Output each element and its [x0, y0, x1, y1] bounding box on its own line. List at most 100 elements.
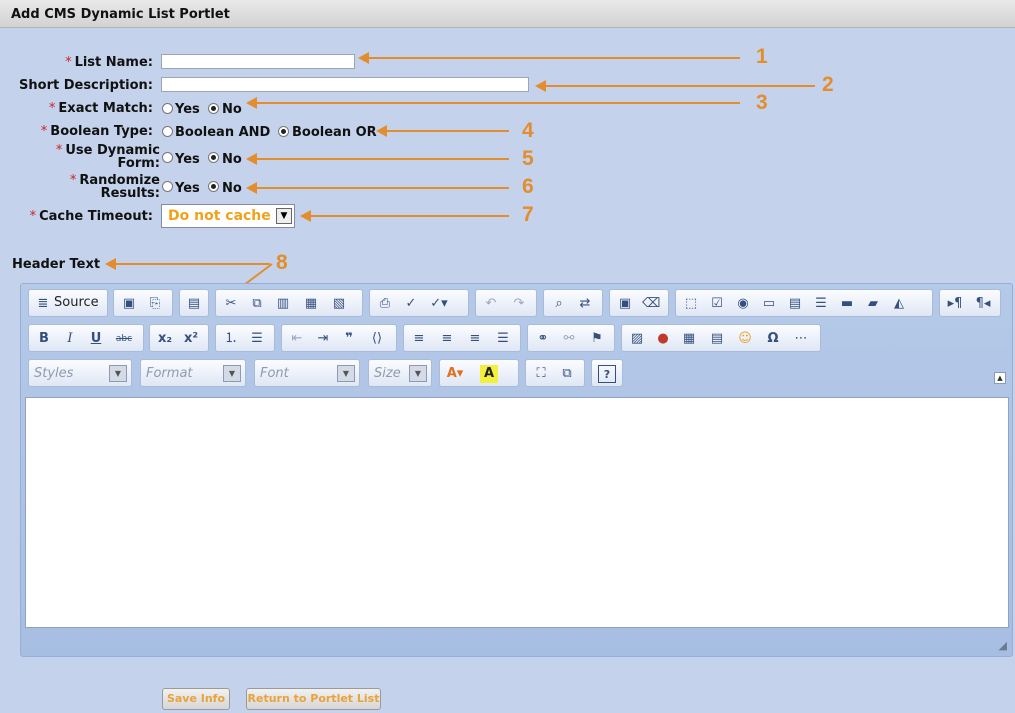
- find-icon[interactable]: ⌕: [550, 295, 568, 313]
- special-char-icon[interactable]: Ω: [764, 330, 782, 348]
- text-color-icon[interactable]: A▾: [446, 365, 464, 383]
- redo-icon[interactable]: ↷: [510, 295, 528, 313]
- chevron-down-icon[interactable]: ▼: [409, 365, 427, 382]
- short-description-input[interactable]: [161, 77, 529, 92]
- copy-icon[interactable]: ⧉: [248, 295, 266, 313]
- undo-icon[interactable]: ↶: [482, 295, 500, 313]
- align-justify-icon[interactable]: ☰: [494, 330, 512, 348]
- help-icon[interactable]: ?: [598, 365, 616, 383]
- radio-icon[interactable]: ◉: [734, 295, 752, 313]
- numbered-list-icon[interactable]: ⒈: [222, 330, 240, 348]
- maximize-icon[interactable]: ⛶: [532, 365, 550, 383]
- tools-group: ⛶ ⧉: [525, 359, 585, 387]
- image-button-icon[interactable]: ▰: [864, 295, 882, 313]
- spellcheck-icon[interactable]: ✓: [402, 295, 420, 313]
- save-icon[interactable]: ▣: [120, 295, 138, 313]
- boolean-or-radio[interactable]: [278, 126, 289, 137]
- superscript-icon[interactable]: x²: [182, 330, 200, 348]
- form-icon[interactable]: ⬚: [682, 295, 700, 313]
- indent-icon[interactable]: ⇥: [314, 330, 332, 348]
- page-break-icon[interactable]: ⋯: [792, 330, 810, 348]
- print-icon[interactable]: ⎙: [376, 295, 394, 313]
- dynamic-form-yes-radio[interactable]: [162, 152, 173, 163]
- unlink-icon[interactable]: ⚯: [560, 330, 578, 348]
- button-field-icon[interactable]: ▬: [838, 295, 856, 313]
- text-field-icon[interactable]: ▭: [760, 295, 778, 313]
- exact-match-yes-label: Yes: [175, 102, 200, 117]
- callout-number-6: 6: [522, 175, 534, 198]
- align-center-icon[interactable]: ≡: [438, 330, 456, 348]
- textarea-icon[interactable]: ▤: [786, 295, 804, 313]
- boolean-and-radio[interactable]: [162, 126, 173, 137]
- paste-word-icon[interactable]: ▧: [330, 295, 348, 313]
- source-icon: ≣: [37, 296, 49, 311]
- templates-icon[interactable]: ▤: [185, 295, 203, 313]
- remove-format-icon[interactable]: ⌫: [642, 295, 660, 313]
- select-field-icon[interactable]: ☰: [812, 295, 830, 313]
- smiley-icon[interactable]: ☺: [736, 330, 754, 348]
- bold-icon[interactable]: B: [35, 330, 53, 348]
- ltr-icon[interactable]: ▸¶: [946, 295, 964, 313]
- preview-icon[interactable]: ⎘: [146, 295, 164, 313]
- flash-icon[interactable]: ●: [654, 330, 672, 348]
- outdent-icon[interactable]: ⇤: [288, 330, 306, 348]
- font-combo[interactable]: Font ▼: [254, 359, 360, 387]
- spellcheck-as-you-type-icon[interactable]: ✓▾: [430, 295, 448, 313]
- exact-match-no-radio[interactable]: [208, 103, 219, 114]
- show-blocks-icon[interactable]: ⧉: [558, 365, 576, 383]
- list-name-input[interactable]: [161, 54, 355, 69]
- boolean-type-label: * Boolean Type:: [40, 124, 153, 139]
- image-icon[interactable]: ▨: [628, 330, 646, 348]
- div-container-icon[interactable]: ⟨⟩: [368, 330, 386, 348]
- rich-text-editor: ≣ Source ▣ ⎘ ▤ ✂ ⧉ ▥ ▦ ▧ ⎙ ✓ ✓▾ ↶ ↷ ⌕ ⇄: [20, 283, 1013, 657]
- exact-match-yes-radio[interactable]: [162, 103, 173, 114]
- styles-combo[interactable]: Styles ▼: [28, 359, 132, 387]
- randomize-label: * Randomize Results:: [69, 173, 160, 201]
- dynamic-form-label: * Use Dynamic Form:: [55, 143, 160, 171]
- table-icon[interactable]: ▦: [680, 330, 698, 348]
- collapse-toolbar-icon[interactable]: ▲: [994, 372, 1006, 384]
- align-right-icon[interactable]: ≡: [466, 330, 484, 348]
- size-combo[interactable]: Size ▼: [368, 359, 432, 387]
- blockquote-icon[interactable]: ❞: [340, 330, 358, 348]
- source-button[interactable]: ≣ Source: [28, 289, 108, 317]
- underline-icon[interactable]: U: [87, 330, 105, 348]
- return-to-portlet-list-button[interactable]: Return to Portlet List: [246, 688, 381, 710]
- chevron-down-icon[interactable]: ▼: [337, 365, 355, 382]
- callout-arrow-1: [358, 52, 740, 64]
- background-color-icon[interactable]: A: [480, 365, 498, 383]
- randomize-no-radio[interactable]: [208, 181, 219, 192]
- format-combo[interactable]: Format ▼: [140, 359, 246, 387]
- hidden-field-icon[interactable]: ◭: [890, 295, 908, 313]
- horizontal-rule-icon[interactable]: ▤: [708, 330, 726, 348]
- callout-number-5: 5: [522, 147, 534, 170]
- checkbox-icon[interactable]: ☑: [708, 295, 726, 313]
- bulleted-list-icon[interactable]: ☰: [248, 330, 266, 348]
- italic-icon[interactable]: I: [61, 330, 79, 348]
- resize-handle-icon[interactable]: ◢: [999, 639, 1007, 652]
- replace-icon[interactable]: ⇄: [576, 295, 594, 313]
- strike-icon[interactable]: abc: [115, 330, 133, 348]
- subscript-icon[interactable]: x₂: [156, 330, 174, 348]
- paste-text-icon[interactable]: ▦: [302, 295, 320, 313]
- boolean-and-label: Boolean AND: [175, 125, 271, 140]
- link-group: ⚭ ⚯ ⚑: [527, 324, 615, 352]
- anchor-flag-icon[interactable]: ⚑: [588, 330, 606, 348]
- save-info-button[interactable]: Save Info: [162, 688, 230, 710]
- chevron-down-icon[interactable]: ▼: [276, 208, 292, 224]
- exact-match-no-label: No: [222, 102, 242, 117]
- randomize-yes-radio[interactable]: [162, 181, 173, 192]
- chevron-down-icon[interactable]: ▼: [109, 365, 127, 382]
- chevron-down-icon[interactable]: ▼: [223, 365, 241, 382]
- rtl-icon[interactable]: ¶◂: [974, 295, 992, 313]
- align-left-icon[interactable]: ≡: [410, 330, 428, 348]
- editor-content-area[interactable]: [25, 397, 1009, 628]
- callout-arrow-5: [246, 153, 509, 165]
- select-all-icon[interactable]: ▣: [616, 295, 634, 313]
- cut-icon[interactable]: ✂: [222, 295, 240, 313]
- callout-number-4: 4: [522, 119, 534, 142]
- dynamic-form-no-radio[interactable]: [208, 152, 219, 163]
- paste-icon[interactable]: ▥: [274, 295, 292, 313]
- link-icon[interactable]: ⚭: [534, 330, 552, 348]
- cache-timeout-select[interactable]: Do not cache ▼: [161, 204, 295, 228]
